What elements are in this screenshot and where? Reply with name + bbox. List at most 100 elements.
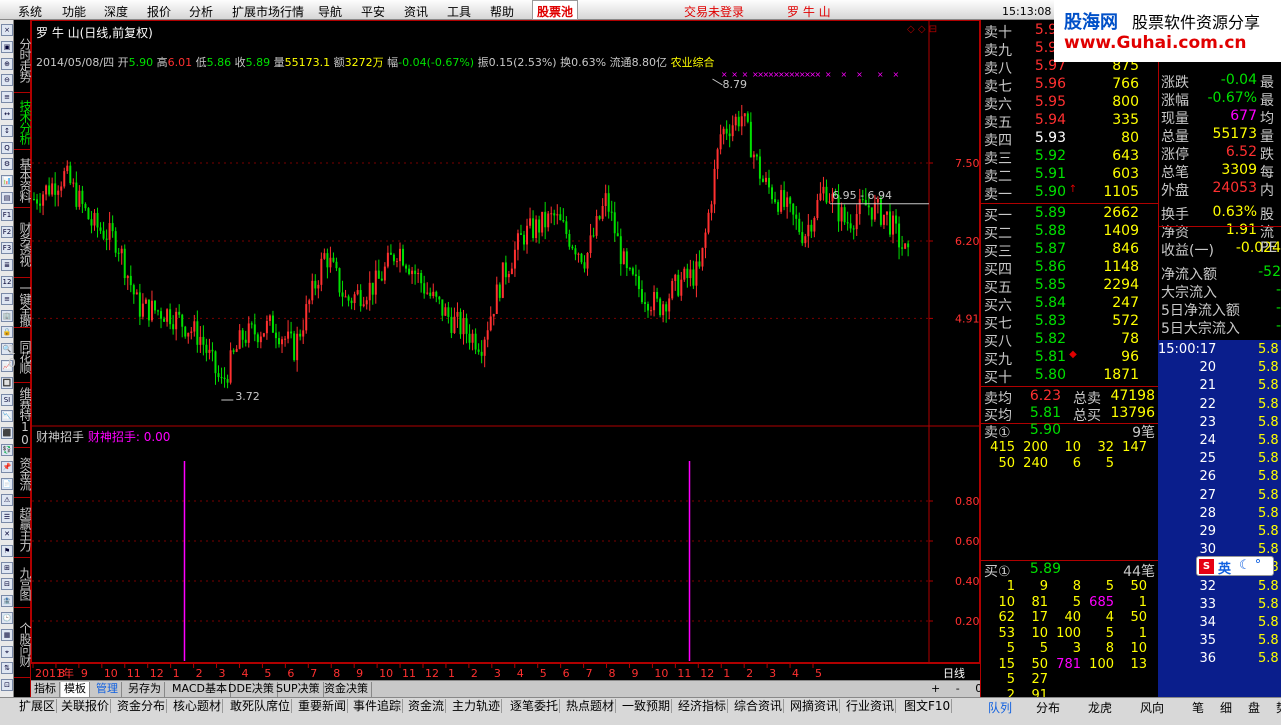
- tool-icon-7[interactable]: Q: [1, 141, 13, 154]
- bid-row-9[interactable]: 买十 5.80 1871: [981, 367, 1159, 386]
- tab-3[interactable]: 另存为: [125, 682, 165, 697]
- menu-extended-market[interactable]: 扩展市场行情: [232, 3, 304, 20]
- ime-mode-icon[interactable]: ☾ °: [1239, 558, 1261, 573]
- bid-row-8[interactable]: 买九 5.81 ◆ 96: [981, 349, 1159, 368]
- info-sector[interactable]: 农业综合: [671, 56, 715, 69]
- tool-icon-34[interactable]: 🏦: [1, 595, 13, 608]
- right-tab-3[interactable]: 风向: [1140, 699, 1164, 716]
- tool-icon-25[interactable]: 💱: [1, 444, 13, 456]
- tool-icon-21[interactable]: 🔲: [1, 376, 13, 389]
- menu-depth[interactable]: 深度: [104, 3, 128, 20]
- tool-icon-18[interactable]: 🔒: [1, 326, 13, 339]
- tool-icon-15[interactable]: 12: [1, 276, 13, 288]
- bid-row-6[interactable]: 买七 5.83 572: [981, 313, 1159, 332]
- tool-icon-27[interactable]: 📄: [1, 477, 13, 490]
- tick-row[interactable]: 35 5.8: [1158, 633, 1281, 651]
- ask-row-9[interactable]: 卖一 5.90 ↑ 1105: [981, 184, 1159, 203]
- tool-icon-10[interactable]: ▤: [1, 192, 13, 204]
- tool-icon-39[interactable]: ⊡: [1, 679, 13, 692]
- bid-row-0[interactable]: 买一 5.89 2662: [981, 205, 1159, 224]
- tool-icon-33[interactable]: ⊟: [1, 578, 13, 591]
- bid-row-1[interactable]: 买二 5.88 1409: [981, 223, 1159, 242]
- side-tab-1[interactable]: 技术分析: [14, 93, 32, 150]
- tick-row[interactable]: 29 5.8: [1158, 524, 1281, 542]
- period-label[interactable]: 日线: [943, 665, 965, 681]
- tick-row[interactable]: 28 5.8: [1158, 506, 1281, 524]
- ask-row-3[interactable]: 卖七 5.96 766: [981, 76, 1159, 95]
- tool-icon-31[interactable]: ⚑: [1, 544, 13, 557]
- tool-icon-24[interactable]: ⬛: [1, 427, 13, 440]
- func-16[interactable]: 图文F10: [903, 699, 953, 713]
- tick-row[interactable]: 23 5.8: [1158, 415, 1281, 433]
- bid-row-4[interactable]: 买五 5.85 2294: [981, 277, 1159, 296]
- tab-2[interactable]: 管理: [93, 682, 122, 697]
- ask-row-4[interactable]: 卖六 5.95 800: [981, 94, 1159, 113]
- func-6[interactable]: 事件追踪: [352, 699, 404, 713]
- tool-icon-16[interactable]: ≡: [1, 292, 13, 305]
- menu-help[interactable]: 帮助: [490, 3, 514, 20]
- func-9[interactable]: 逐笔委托: [509, 699, 561, 713]
- func-15[interactable]: 行业资讯: [845, 699, 897, 713]
- side-tab-7[interactable]: 资金流: [14, 448, 32, 498]
- indicator-name[interactable]: 财神招手: [36, 430, 84, 444]
- menu-tools[interactable]: 工具: [447, 3, 471, 20]
- menu-analysis[interactable]: 分析: [189, 3, 213, 20]
- tick-row[interactable]: 25 5.8: [1158, 451, 1281, 469]
- tool-icon-35[interactable]: 🕒: [1, 612, 13, 624]
- func-11[interactable]: 一致预期: [621, 699, 673, 713]
- tool-icon-9[interactable]: 📊: [1, 175, 13, 188]
- menu-function[interactable]: 功能: [62, 3, 86, 20]
- tool-icon-30[interactable]: ✕: [1, 528, 13, 540]
- bid-row-3[interactable]: 买四 5.86 1148: [981, 259, 1159, 278]
- tab-7[interactable]: 资金决策: [321, 682, 372, 697]
- right-tab-2[interactable]: 龙虎: [1088, 699, 1112, 716]
- func-5[interactable]: 重要新闻: [297, 699, 349, 713]
- tool-icon-22[interactable]: SI: [1, 393, 13, 406]
- ask-row-7[interactable]: 卖三 5.92 643: [981, 148, 1159, 167]
- chart-window-controls[interactable]: ◇ ◇ ⊟: [907, 24, 937, 35]
- tool-icon-38[interactable]: ⇅: [1, 662, 13, 675]
- tick-row[interactable]: 33 5.8: [1158, 597, 1281, 615]
- ask-row-5[interactable]: 卖五 5.94 335: [981, 112, 1159, 131]
- func-2[interactable]: 资金分布: [116, 699, 168, 713]
- tool-icon-4[interactable]: ≡: [1, 91, 13, 104]
- tool-icon-14[interactable]: ≣: [1, 259, 13, 272]
- side-tab-2[interactable]: 基本资料: [14, 150, 32, 208]
- menu-quote[interactable]: 报价: [147, 3, 171, 20]
- menu-stock-pool[interactable]: 股票池: [532, 0, 579, 20]
- ask-row-6[interactable]: 卖四 5.93 80: [981, 130, 1159, 149]
- side-tab-9[interactable]: 九宫图: [14, 558, 32, 608]
- tool-icon-8[interactable]: ⚙: [1, 158, 13, 171]
- right-tab-0[interactable]: 队列: [988, 699, 1012, 716]
- tick-row[interactable]: 32 5.8: [1158, 579, 1281, 597]
- tool-icon-3[interactable]: ⊖: [1, 74, 13, 87]
- tool-icon-5[interactable]: ↔: [1, 108, 13, 120]
- right-tab-5[interactable]: 细: [1220, 699, 1232, 716]
- bid-row-5[interactable]: 买六 5.84 247: [981, 295, 1159, 314]
- tool-icon-11[interactable]: F1: [1, 208, 13, 221]
- menu-info[interactable]: 资讯: [404, 3, 428, 20]
- ime-lang-toggle[interactable]: 英: [1218, 558, 1231, 577]
- tool-icon-23[interactable]: 📉: [1, 410, 13, 423]
- func-10[interactable]: 热点题材: [565, 699, 617, 713]
- tool-icon-0[interactable]: ×: [1, 24, 13, 36]
- tick-list[interactable]: 15:00:17 5.8 20 5.8 21 5.8 22 5.8 23 5.8 24 5.8 25 5.…: [1158, 340, 1281, 700]
- tick-row[interactable]: 26 5.8: [1158, 469, 1281, 487]
- tab-5[interactable]: DDE决策: [225, 682, 278, 697]
- tab-0[interactable]: 指标: [31, 682, 60, 697]
- func-3[interactable]: 核心题材: [172, 699, 224, 713]
- side-tab-6[interactable]: 维赛特10: [14, 383, 32, 448]
- func-13[interactable]: 综合资讯: [733, 699, 785, 713]
- kline-chart-svg[interactable]: 7.506.204.918.793.726.95 - 6.94× × × ××××××…: [32, 21, 979, 662]
- zoom-out-button[interactable]: -: [956, 682, 960, 695]
- tool-icon-6[interactable]: ↕: [1, 124, 13, 137]
- right-tab-4[interactable]: 笔: [1192, 699, 1204, 716]
- tool-icon-32[interactable]: ⊞: [1, 561, 13, 574]
- func-4[interactable]: 敢死队席位: [229, 699, 293, 713]
- side-tab-10[interactable]: 个股问财: [14, 608, 32, 678]
- tool-icon-36[interactable]: ▦: [1, 628, 13, 641]
- tool-icon-2[interactable]: ⊕: [1, 57, 13, 70]
- menu-navigate[interactable]: 导航: [318, 3, 342, 20]
- tool-icon-28[interactable]: ⚠: [1, 494, 13, 507]
- tool-icon-37[interactable]: ⌖: [1, 645, 13, 658]
